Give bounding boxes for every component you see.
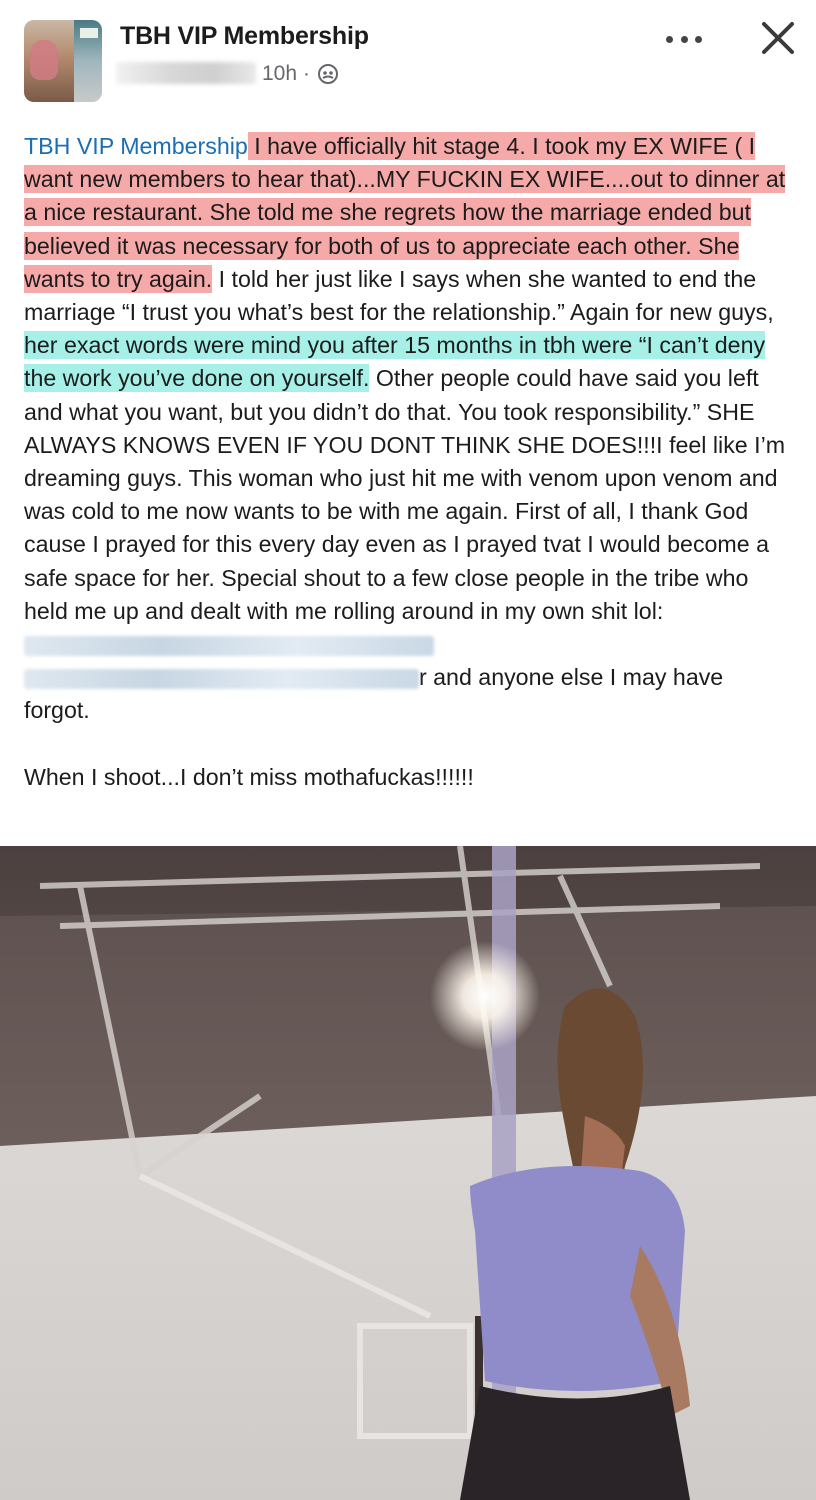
post-media-image[interactable] — [0, 846, 816, 1500]
more-options-icon[interactable] — [662, 24, 706, 54]
mentions-redacted[interactable] — [24, 669, 419, 690]
globe-icon — [317, 63, 339, 85]
post-meta: 10h · — [262, 62, 339, 86]
meta-separator: · — [303, 62, 311, 85]
post-text: TBH VIP Membership I have officially hit… — [24, 130, 794, 728]
author-name-redacted[interactable] — [116, 62, 256, 84]
closing-line: When I shoot...I don’t miss mothafuckas!… — [24, 763, 474, 790]
group-name[interactable]: TBH VIP Membership — [120, 22, 369, 51]
close-icon[interactable] — [760, 20, 796, 56]
group-avatar[interactable] — [24, 20, 102, 102]
post-timestamp[interactable]: 10h — [262, 62, 297, 86]
mentions-redacted[interactable] — [24, 635, 434, 656]
post-body: TBH VIP Membership I have officially hit… — [24, 130, 794, 794]
post-text-segment: Other people could have said you left an… — [24, 365, 786, 624]
post-header: TBH VIP Membership 10h · — [0, 0, 816, 115]
group-link[interactable]: TBH VIP Membership — [24, 133, 248, 159]
